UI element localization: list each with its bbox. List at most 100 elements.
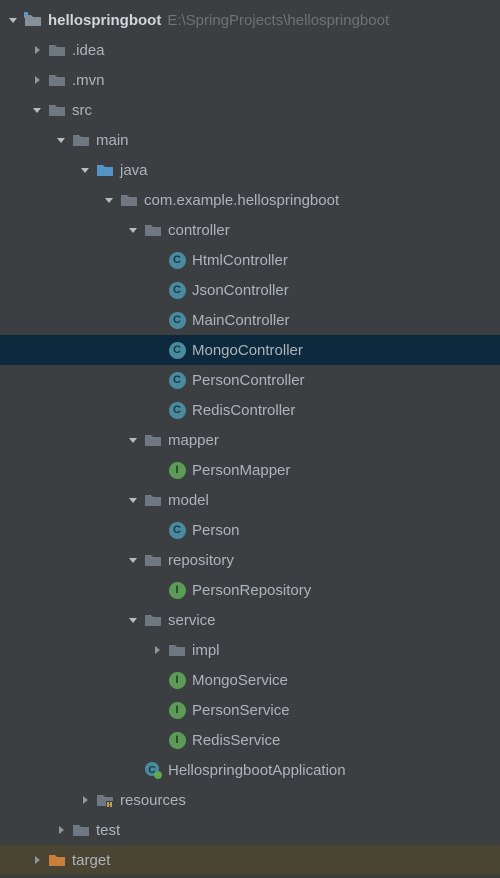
tree-row[interactable]: .idea [0,35,500,65]
tree-row[interactable]: C JsonController [0,275,500,305]
tree-item-label: controller [168,222,230,239]
tree-item-label: repository [168,552,234,569]
folder-dark-icon [48,101,66,119]
tree-row[interactable]: hellospringboot E:\SpringProjects\hellosp… [0,5,500,35]
tree-item-label: test [96,822,120,839]
chevron-down-icon[interactable] [126,493,140,507]
chevron-down-icon[interactable] [126,613,140,627]
tree-row[interactable]: src [0,95,500,125]
tree-item-label: HellospringbootApplication [168,762,346,779]
tree-row[interactable]: repository [0,545,500,575]
chevron-down-icon[interactable] [78,163,92,177]
project-root-icon [24,11,42,29]
chevron-down-icon[interactable] [102,193,116,207]
folder-dark-icon [120,191,138,209]
tree-row[interactable]: C HtmlController [0,245,500,275]
chevron-down-icon[interactable] [126,223,140,237]
interface-icon: I [168,461,186,479]
tree-item-label: service [168,612,216,629]
tree-item-label: PersonRepository [192,582,311,599]
chevron-right-icon[interactable] [30,43,44,57]
chevron-right-icon[interactable] [150,643,164,657]
tree-row[interactable]: mapper [0,425,500,455]
tree-row[interactable]: resources [0,785,500,815]
tree-row[interactable]: test [0,815,500,845]
chevron-right-icon[interactable] [30,73,44,87]
tree-item-label: mapper [168,432,219,449]
folder-dark-icon [144,221,162,239]
tree-item-label: JsonController [192,282,289,299]
chevron-right-icon[interactable] [30,853,44,867]
tree-row[interactable]: I PersonService [0,695,500,725]
tree-row[interactable]: java [0,155,500,185]
tree-item-label: java [120,162,148,179]
chevron-down-icon[interactable] [126,553,140,567]
tree-item-label: RedisService [192,732,280,749]
chevron-right-icon[interactable] [54,823,68,837]
class-icon: C [168,281,186,299]
tree-row[interactable]: service [0,605,500,635]
tree-item-label: .idea [72,42,105,59]
interface-icon: I [168,581,186,599]
tree-item-label: PersonController [192,372,305,389]
folder-dark-icon [144,491,162,509]
class-icon: C [168,371,186,389]
tree-item-label: MongoController [192,342,303,359]
tree-row[interactable]: CMainController [0,305,500,335]
tree-item-label: target [72,852,110,869]
class-icon: C [168,401,186,419]
tree-item-label: Person [192,522,240,539]
interface-icon: I [168,731,186,749]
project-tree[interactable]: hellospringboot E:\SpringProjects\hellosp… [0,0,500,875]
tree-row[interactable]: I MongoService [0,665,500,695]
tree-item-label: PersonService [192,702,290,719]
tree-row[interactable]: I PersonMapper [0,455,500,485]
folder-orange-icon [48,851,66,869]
folder-blue-icon [96,161,114,179]
tree-row[interactable]: CHellospringbootApplication [0,755,500,785]
folder-dark-icon [72,821,90,839]
folder-dark-icon [168,641,186,659]
tree-item-label: hellospringboot [48,12,161,29]
tree-item-label: impl [192,642,220,659]
tree-row[interactable]: model [0,485,500,515]
tree-row[interactable]: controller [0,215,500,245]
resources-icon [96,791,114,809]
tree-item-label: RedisController [192,402,295,419]
tree-row[interactable]: .mvn [0,65,500,95]
chevron-right-icon[interactable] [78,793,92,807]
tree-row[interactable]: C MongoController [0,335,500,365]
tree-row[interactable]: impl [0,635,500,665]
tree-item-label: resources [120,792,186,809]
interface-icon: I [168,701,186,719]
tree-row[interactable]: C RedisController [0,395,500,425]
folder-dark-icon [144,611,162,629]
folder-dark-icon [144,431,162,449]
tree-item-label: MongoService [192,672,288,689]
tree-item-label: .mvn [72,72,105,89]
tree-item-label: main [96,132,129,149]
tree-item-label: MainController [192,312,290,329]
class-icon: C [168,521,186,539]
folder-dark-icon [72,131,90,149]
interface-icon: I [168,671,186,689]
chevron-down-icon[interactable] [6,13,20,27]
tree-item-label: com.example.hellospringboot [144,192,339,209]
class-icon: C [168,341,186,359]
chevron-down-icon[interactable] [30,103,44,117]
tree-row[interactable]: C PersonController [0,365,500,395]
folder-dark-icon [144,551,162,569]
tree-row[interactable]: I RedisService [0,725,500,755]
chevron-down-icon[interactable] [126,433,140,447]
tree-row[interactable]: main [0,125,500,155]
class-icon: C [168,251,186,269]
tree-item-label: HtmlController [192,252,288,269]
chevron-down-icon[interactable] [54,133,68,147]
tree-item-label: PersonMapper [192,462,290,479]
tree-row[interactable]: I PersonRepository [0,575,500,605]
tree-row[interactable]: com.example.hellospringboot [0,185,500,215]
tree-item-label: src [72,102,92,119]
tree-row[interactable]: target [0,845,500,875]
project-path: E:\SpringProjects\hellospringboot [167,12,389,29]
tree-row[interactable]: C Person [0,515,500,545]
